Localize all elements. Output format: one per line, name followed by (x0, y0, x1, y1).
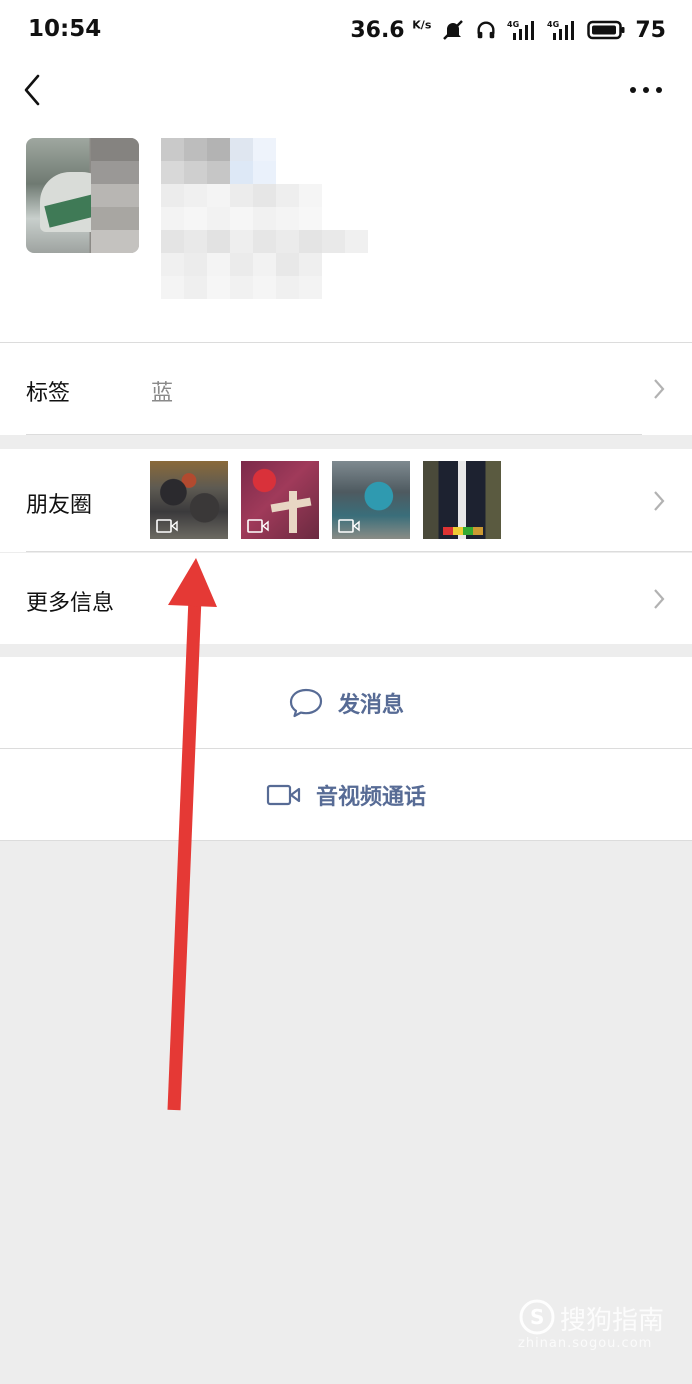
back-icon[interactable] (20, 72, 52, 108)
network-speed: 36.6 K/s (350, 17, 432, 43)
moments-thumb-2[interactable] (241, 461, 319, 539)
battery-level: 75 (635, 17, 666, 43)
send-message-label: 发消息 (337, 692, 404, 718)
more-info-label: 更多信息 (26, 591, 115, 616)
video-icon (338, 519, 360, 533)
chevron-right-icon (654, 589, 665, 609)
chat-bubble-icon (289, 688, 323, 717)
profile-header: 10:54 36.6 K/s 4G 4G 75 (0, 0, 692, 342)
moments-thumb-1[interactable] (150, 461, 228, 539)
tags-label: 标签 (26, 381, 71, 406)
moments-thumb-3[interactable] (332, 461, 410, 539)
signal-4g-icon: 4G (507, 20, 535, 40)
moments-row[interactable]: 朋友圈 (0, 449, 692, 552)
svg-text:4G: 4G (547, 20, 559, 29)
video-camera-icon (266, 784, 301, 805)
sogou-logo-icon: S (519, 1299, 555, 1335)
headphones-icon (477, 21, 495, 39)
profile-name-mosaic (161, 138, 368, 299)
moments-bottom-divider (26, 551, 692, 552)
tags-value: 蓝 (151, 381, 174, 406)
signal-4g-icon-2: 4G (547, 20, 575, 40)
video-icon (156, 519, 178, 533)
more-info-row[interactable]: 更多信息 (0, 553, 692, 644)
tags-bottom-divider (26, 434, 642, 435)
voice-video-call-button[interactable]: 音视频通话 (0, 749, 692, 840)
voice-video-call-label: 音视频通话 (315, 784, 426, 810)
moments-thumbnails (150, 461, 501, 539)
moments-label: 朋友圈 (26, 493, 93, 518)
watermark: S 搜狗指南 zhinan.sogou.com (518, 1296, 668, 1360)
mute-icon (443, 20, 464, 40)
watermark-text: 搜狗指南 (560, 1306, 665, 1336)
svg-text:S: S (530, 1305, 544, 1329)
actions-bottom-divider (0, 840, 692, 841)
chevron-right-icon (654, 491, 665, 511)
status-time: 10:54 (28, 16, 102, 42)
video-icon (247, 519, 269, 533)
avatar[interactable] (26, 138, 139, 253)
thumb-2-stroke-2 (289, 491, 297, 533)
battery-icon (587, 20, 625, 40)
status-bar: 10:54 36.6 K/s 4G 4G 75 (0, 0, 692, 60)
chevron-right-icon (654, 379, 665, 399)
send-message-button[interactable]: 发消息 (0, 657, 692, 748)
thumb-4-dots (443, 527, 483, 535)
moments-thumb-4[interactable] (423, 461, 501, 539)
tags-row[interactable]: 标签 蓝 (0, 343, 692, 435)
watermark-sub: zhinan.sogou.com (518, 1336, 653, 1351)
nav-bar (0, 60, 692, 120)
status-icons: 36.6 K/s 4G 4G 75 (350, 14, 666, 46)
avatar-mosaic (91, 138, 139, 253)
svg-text:4G: 4G (507, 20, 519, 29)
more-dots-icon[interactable] (628, 78, 664, 102)
